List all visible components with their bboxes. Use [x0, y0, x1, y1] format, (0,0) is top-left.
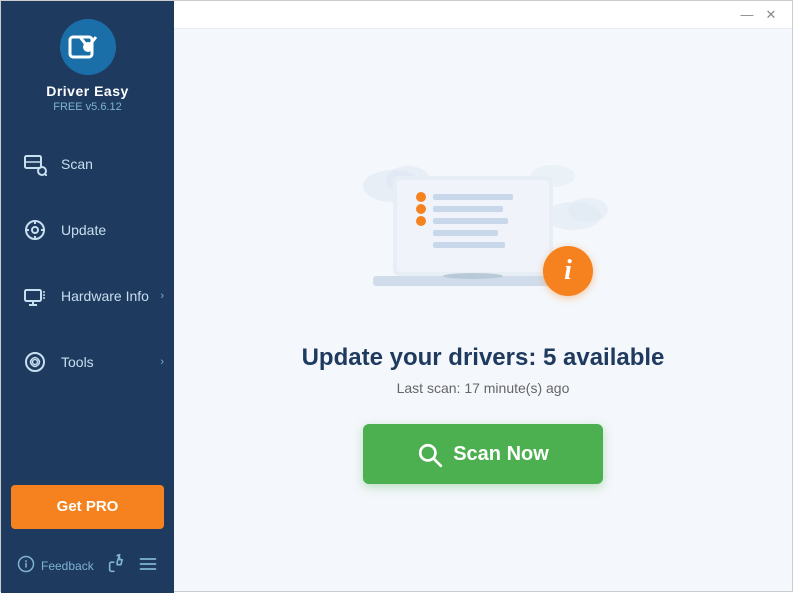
main-titlebar: — ✕ — [174, 1, 792, 29]
feedback-item[interactable]: Feedback — [17, 555, 94, 578]
sidebar-item-scan[interactable]: Scan — [1, 131, 174, 197]
sidebar-item-hardware-info-label: Hardware Info — [61, 288, 149, 304]
app-version: FREE v5.6.12 — [53, 101, 121, 113]
close-button[interactable]: ✕ — [762, 6, 780, 24]
last-scan-text: Last scan: 17 minute(s) ago — [397, 380, 570, 396]
sidebar-item-scan-label: Scan — [61, 156, 93, 172]
sidebar-item-hardware-info[interactable]: Hardware Info › — [1, 263, 174, 329]
scan-nav-icon — [21, 150, 49, 178]
list-icon[interactable] — [138, 554, 158, 579]
get-pro-button[interactable]: Get PRO — [11, 485, 164, 529]
sidebar-item-tools[interactable]: Tools › — [1, 329, 174, 395]
scan-now-label: Scan Now — [453, 443, 549, 466]
update-nav-icon — [21, 216, 49, 244]
sidebar-logo: Driver Easy FREE v5.6.12 — [1, 1, 174, 127]
sidebar-item-update[interactable]: Update — [1, 197, 174, 263]
feedback-icon — [17, 555, 35, 578]
thumbs-up-icon[interactable] — [108, 553, 128, 579]
scan-search-icon — [417, 440, 443, 467]
tools-arrow-icon: › — [160, 356, 164, 368]
minimize-button[interactable]: — — [738, 6, 756, 24]
sidebar-nav: Scan Update — [1, 131, 174, 485]
sidebar-item-tools-label: Tools — [61, 354, 94, 370]
app-logo-icon — [60, 19, 116, 75]
main-area: — ✕ — [174, 1, 792, 591]
feedback-label: Feedback — [41, 559, 94, 573]
sidebar: Driver Easy FREE v5.6.12 Scan — [1, 1, 174, 593]
sidebar-bottom-row: Feedback — [1, 545, 174, 583]
main-content: i Update your drivers: 5 available Last … — [174, 29, 792, 591]
sidebar-item-update-label: Update — [61, 222, 106, 238]
main-heading: Update your drivers: 5 available — [302, 344, 665, 372]
laptop-illustration: i — [353, 136, 613, 316]
scan-now-button[interactable]: Scan Now — [363, 424, 603, 483]
hardware-info-nav-icon — [21, 282, 49, 310]
hardware-info-arrow-icon: › — [160, 290, 164, 302]
tools-nav-icon — [21, 348, 49, 376]
sidebar-footer: Get PRO Feedback — [1, 485, 174, 593]
app-title: Driver Easy — [46, 83, 129, 99]
